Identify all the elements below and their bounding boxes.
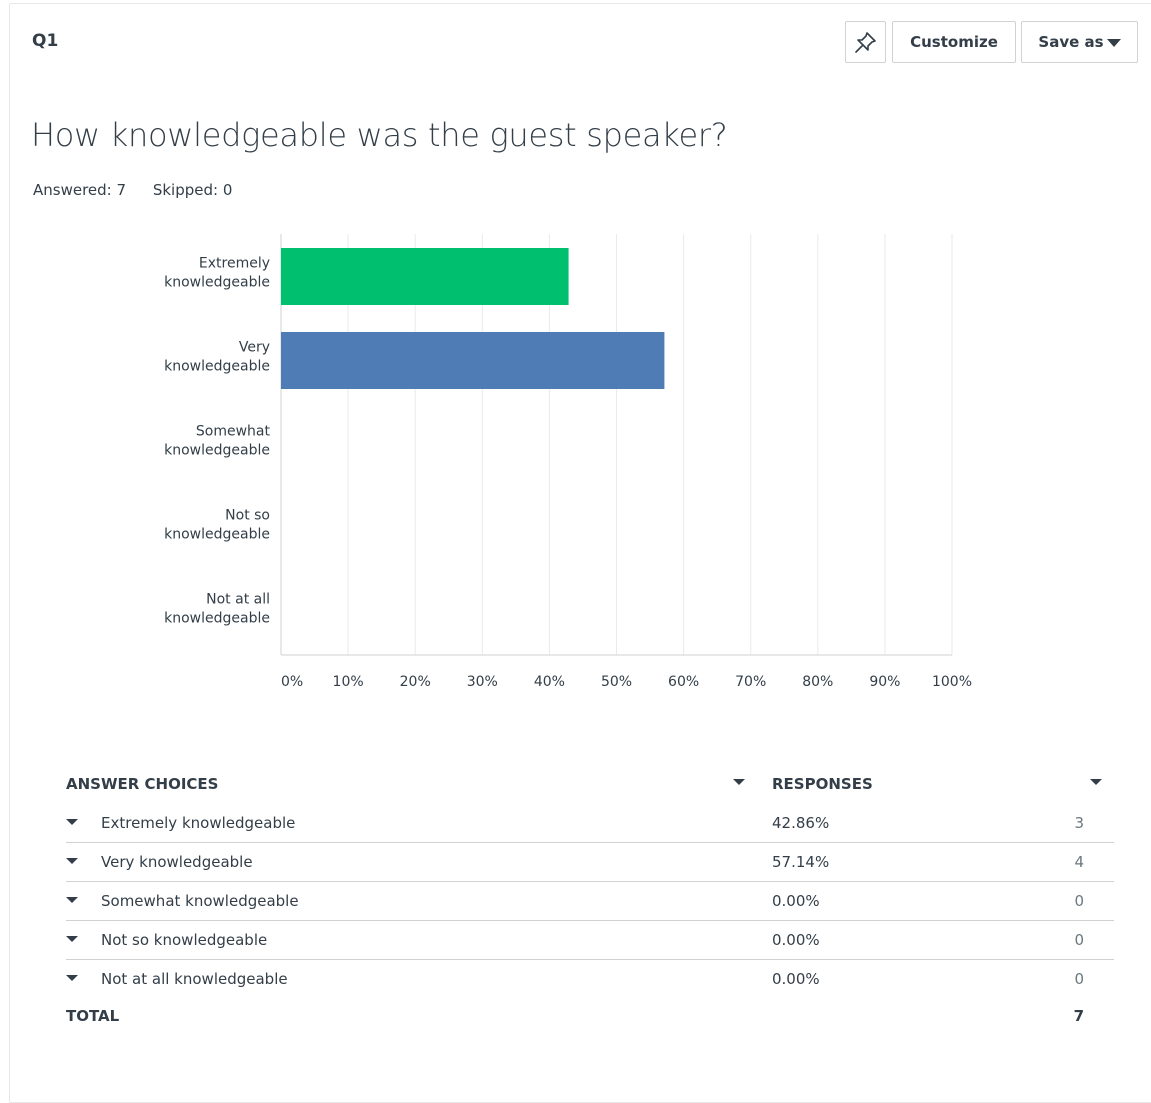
answer-choice-label: Very knowledgeable [101, 853, 253, 871]
response-percent: 42.86% [772, 814, 830, 832]
response-count: 4 [1074, 853, 1084, 871]
bar [281, 332, 665, 389]
table-header: ANSWER CHOICES RESPONSES [66, 764, 1114, 804]
category-label: Somewhat [196, 424, 271, 440]
response-percent: 57.14% [772, 853, 830, 871]
answer-choice-label: Not so knowledgeable [101, 931, 268, 949]
category-label: knowledgeable [164, 275, 270, 291]
category-label: Not at all [206, 592, 270, 608]
expand-row-icon[interactable] [66, 858, 78, 864]
response-percent: 0.00% [772, 892, 820, 910]
answer-choice-label: Not at all knowledgeable [101, 970, 288, 988]
total-label: TOTAL [66, 1007, 120, 1025]
x-tick-label: 100% [932, 674, 972, 690]
category-label: knowledgeable [164, 443, 270, 459]
category-label: Extremely [199, 256, 270, 272]
bar-chart: 0% 10% 20% 30% 40% 50% 60% 70% 80% 90% 100% Extreme… [164, 234, 972, 690]
x-tick-label: 90% [869, 674, 900, 690]
response-count: 0 [1074, 931, 1084, 949]
x-tick-label: 60% [668, 674, 699, 690]
table-row: Not so knowledgeable 0.00% 0 [66, 921, 1114, 960]
x-tick-label: 70% [735, 674, 766, 690]
category-label: knowledgeable [164, 359, 270, 375]
response-count: 0 [1074, 892, 1084, 910]
total-row: TOTAL 7 [66, 999, 1114, 1035]
x-tick-label: 30% [467, 674, 498, 690]
table-row: Somewhat knowledgeable 0.00% 0 [66, 882, 1114, 921]
x-tick-label: 80% [802, 674, 833, 690]
table-row: Very knowledgeable 57.14% 4 [66, 843, 1114, 882]
sort-answer-choices-icon[interactable] [733, 779, 745, 785]
x-tick-label: 10% [333, 674, 364, 690]
expand-row-icon[interactable] [66, 975, 78, 981]
response-count: 0 [1074, 970, 1084, 988]
response-percent: 0.00% [772, 931, 820, 949]
sort-responses-icon[interactable] [1090, 779, 1102, 785]
category-label: Not so [225, 508, 270, 524]
response-percent: 0.00% [772, 970, 820, 988]
expand-row-icon[interactable] [66, 819, 78, 825]
bar [281, 248, 569, 305]
category-label: knowledgeable [164, 611, 270, 627]
responses-header[interactable]: RESPONSES [772, 775, 873, 793]
expand-row-icon[interactable] [66, 936, 78, 942]
x-tick-label: 40% [534, 674, 565, 690]
category-label: knowledgeable [164, 527, 270, 543]
category-label: Very [239, 340, 270, 356]
expand-row-icon[interactable] [66, 897, 78, 903]
x-tick-label: 50% [601, 674, 632, 690]
x-tick-label: 0% [281, 674, 303, 690]
x-tick-label: 20% [400, 674, 431, 690]
table-row: Not at all knowledgeable 0.00% 0 [66, 960, 1114, 999]
answer-choice-label: Extremely knowledgeable [101, 814, 296, 832]
table-row: Extremely knowledgeable 42.86% 3 [66, 804, 1114, 843]
answer-choice-label: Somewhat knowledgeable [101, 892, 299, 910]
answer-choices-header[interactable]: ANSWER CHOICES [66, 775, 218, 793]
response-count: 3 [1074, 814, 1084, 832]
total-value: 7 [1073, 1007, 1084, 1025]
response-table: ANSWER CHOICES RESPONSES Extremely knowl… [66, 764, 1114, 1035]
